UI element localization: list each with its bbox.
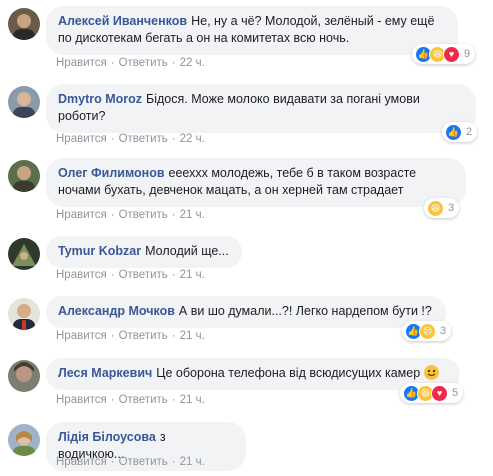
comment-author[interactable]: Александр Мочков	[58, 304, 175, 318]
reaction-summary[interactable]: 👍 😆 ♥ 5	[400, 383, 464, 403]
comment-meta: Нравится · Ответить · 21 ч.	[56, 269, 205, 281]
like-link[interactable]: Нравится	[56, 57, 107, 69]
comment-meta: Нравится · Ответить · 21 ч.	[56, 209, 205, 221]
love-icon: ♥	[443, 45, 460, 63]
reaction-count: 5	[452, 387, 459, 399]
comment-time[interactable]: 21 ч.	[180, 330, 205, 342]
avatar[interactable]	[8, 238, 40, 270]
reply-link[interactable]: Ответить	[119, 209, 168, 221]
reply-link[interactable]: Ответить	[119, 456, 168, 468]
avatar[interactable]	[8, 160, 40, 192]
comment-author[interactable]: Леся Маркевич	[58, 366, 152, 380]
comment-bubble: Алексей Иванченков Не, ну а чё? Молодой, …	[46, 6, 458, 55]
comment-author[interactable]: Алексей Иванченков	[58, 14, 187, 28]
comment-time[interactable]: 21 ч.	[180, 394, 205, 406]
comment-time[interactable]: 21 ч.	[180, 209, 205, 221]
reaction-count: 2	[466, 126, 473, 138]
comment-time[interactable]: 21 ч.	[180, 269, 205, 281]
comment-bubble: Dmytro Moroz Бідося. Може молоко видавати…	[46, 84, 476, 133]
comment-text: А ви шо думали...?! Легко нардепом бути …	[178, 304, 432, 318]
comment-text: Молодий ще...	[145, 244, 229, 258]
comment-time[interactable]: 22 ч.	[180, 133, 205, 145]
like-icon: 👍	[445, 123, 462, 141]
reply-link[interactable]: Ответить	[119, 57, 168, 69]
avatar[interactable]	[8, 298, 40, 330]
reaction-count: 3	[440, 325, 447, 337]
comment-author[interactable]: Dmytro Moroz	[58, 92, 142, 106]
comment-author[interactable]: Лідія Білоусова	[58, 430, 156, 444]
comment-time[interactable]: 21 ч.	[180, 456, 205, 468]
comment-meta: Нравится · Ответить · 21 ч.	[56, 394, 205, 406]
like-link[interactable]: Нравится	[56, 394, 107, 406]
reply-link[interactable]: Ответить	[119, 330, 168, 342]
sad-icon: 😢	[419, 322, 436, 340]
comment-meta: Нравится · Ответить · 21 ч.	[56, 330, 205, 342]
comment-bubble: Олег Филимонов еееххх молодежь, тебе б в …	[46, 158, 466, 207]
like-link[interactable]: Нравится	[56, 133, 107, 145]
comment-bubble: Леся Маркевич Це оборона телефона від всю…	[46, 358, 460, 390]
like-link[interactable]: Нравится	[56, 456, 107, 468]
reply-link[interactable]: Ответить	[119, 394, 168, 406]
comment-author[interactable]: Tymur Kobzar	[58, 244, 141, 258]
reaction-summary[interactable]: 👍 😆 ♥ 9	[412, 44, 476, 64]
haha-icon: 😆	[427, 199, 444, 217]
comment-meta: Нравится · Ответить · 22 ч.	[56, 57, 205, 69]
avatar[interactable]	[8, 8, 40, 40]
like-link[interactable]: Нравится	[56, 269, 107, 281]
avatar[interactable]	[8, 86, 40, 118]
reply-link[interactable]: Ответить	[119, 133, 168, 145]
love-icon: ♥	[431, 384, 448, 402]
avatar[interactable]	[8, 360, 40, 392]
comment-bubble: Александр Мочков А ви шо думали...?! Легк…	[46, 296, 446, 328]
comment-list: Алексей Иванченков Не, ну а чё? Молодой, …	[0, 0, 493, 476]
smile-emoji-icon	[423, 365, 439, 380]
reaction-count: 3	[448, 202, 455, 214]
comment-time[interactable]: 22 ч.	[180, 57, 205, 69]
like-link[interactable]: Нравится	[56, 330, 107, 342]
comment-text: Це оборона телефона від всюдисущих камер	[156, 366, 421, 380]
like-link[interactable]: Нравится	[56, 209, 107, 221]
reaction-summary[interactable]: 😆 3	[424, 198, 460, 218]
comment-author[interactable]: Олег Филимонов	[58, 166, 165, 180]
reaction-summary[interactable]: 👍 😢 3	[402, 321, 452, 341]
comment-meta: Нравится · Ответить · 21 ч.	[56, 456, 205, 468]
avatar[interactable]	[8, 424, 40, 456]
comment-meta: Нравится · Ответить · 22 ч.	[56, 133, 205, 145]
reaction-count: 9	[464, 48, 471, 60]
reply-link[interactable]: Ответить	[119, 269, 168, 281]
comment-bubble: Tymur Kobzar Молодий ще...	[46, 236, 242, 268]
reaction-summary[interactable]: 👍 2	[442, 122, 478, 142]
